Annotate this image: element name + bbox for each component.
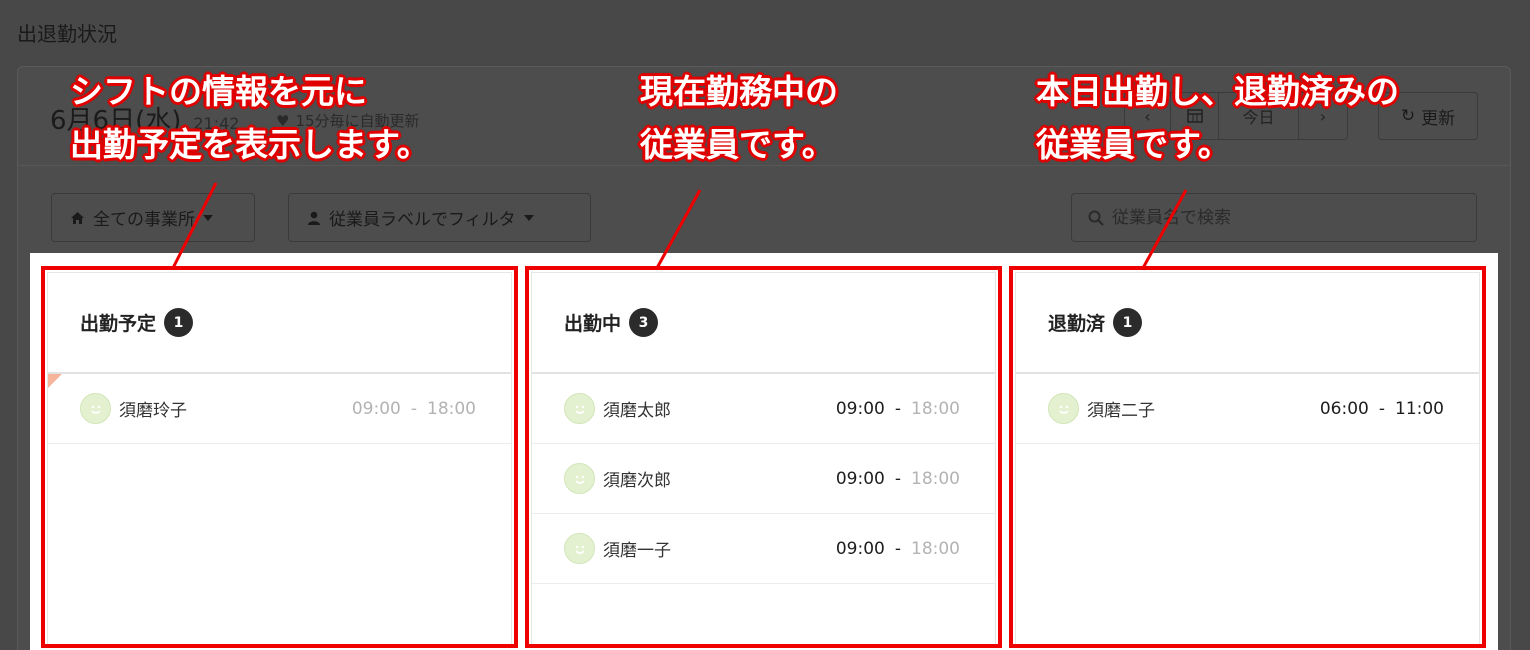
office-filter-dropdown[interactable]: 全ての事業所 [51, 193, 255, 242]
shift-time: 09:00 - 18:00 [836, 469, 960, 489]
scheduled-card: 出勤予定 1 須磨玲子 09:00 - 18:00 [47, 272, 512, 644]
avatar [80, 393, 111, 424]
smiley-icon [90, 405, 101, 414]
left-work-column: 退勤済 1 須磨二子 06:00 - 11:00 [1009, 266, 1486, 648]
shift-start: 09:00 [835, 468, 885, 489]
annotation-line: 本日出勤し、退勤済みの [1036, 72, 1399, 111]
count-badge: 1 [164, 308, 194, 337]
employee-name: 須磨一子 [603, 541, 671, 561]
smiley-icon [574, 545, 585, 554]
shift-separator: - [1378, 398, 1385, 419]
column-title: 出勤予定 [80, 313, 157, 335]
count-badge: 3 [629, 308, 659, 337]
chevron-down-icon [523, 214, 534, 221]
count-badge: 1 [1113, 308, 1143, 337]
left-work-header: 退勤済 1 [1016, 273, 1479, 374]
shift-start: 06:00 [1319, 398, 1369, 419]
working-card: 出勤中 3 須磨太郎 09:00 - 18:00 須磨次郎 09:00 - 18… [531, 272, 996, 644]
shift-separator: - [894, 398, 901, 419]
shift-time: 09:00 - 18:00 [836, 539, 960, 559]
shift-separator: - [410, 398, 417, 419]
avatar [1048, 393, 1079, 424]
shift-time: 09:00 - 18:00 [836, 399, 960, 419]
refresh-label: 更新 [1421, 108, 1456, 129]
column-title: 出勤中 [564, 313, 622, 335]
annotation-line: 従業員です。 [640, 124, 835, 164]
employee-name: 須磨二子 [1087, 401, 1155, 421]
shift-time: 06:00 - 11:00 [1320, 399, 1444, 419]
home-icon [71, 211, 84, 224]
annotation-line: 出勤予定を表示します。 [70, 124, 430, 164]
refresh-icon: ↻ [1400, 106, 1416, 126]
page-title: 出退勤状況 [17, 22, 117, 46]
list-item[interactable]: 須磨玲子 09:00 - 18:00 [48, 374, 511, 444]
shift-time: 09:00 - 18:00 [352, 399, 476, 419]
list-item[interactable]: 須磨次郎 09:00 - 18:00 [532, 444, 995, 514]
left-work-card: 退勤済 1 須磨二子 06:00 - 11:00 [1015, 272, 1480, 644]
annotation-line: シフトの情報を元に [70, 72, 367, 111]
shift-end: 11:00 [1395, 398, 1444, 419]
employee-label-filter-label: 従業員ラベルでフィルタ [329, 210, 516, 230]
employee-label-filter-dropdown[interactable]: 従業員ラベルでフィルタ [288, 193, 591, 242]
shift-start: 09:00 [835, 538, 885, 559]
annotation-line: 従業員です。 [1036, 124, 1231, 164]
employee-name: 須磨玲子 [119, 401, 187, 421]
avatar [564, 533, 595, 564]
chevron-down-icon [203, 214, 213, 221]
shift-end: 18:00 [911, 398, 960, 419]
smiley-icon [1058, 405, 1069, 414]
employee-name: 須磨太郎 [603, 401, 671, 421]
list-item[interactable]: 須磨太郎 09:00 - 18:00 [532, 374, 995, 444]
search-icon [1088, 210, 1104, 226]
shift-start: 09:00 [351, 398, 401, 419]
avatar [564, 463, 595, 494]
annotation-line: 現在勤務中の [640, 72, 838, 111]
smiley-icon [574, 405, 585, 414]
shift-separator: - [894, 468, 901, 489]
shift-separator: - [894, 538, 901, 559]
shift-end: 18:00 [911, 538, 960, 559]
column-title: 退勤済 [1048, 313, 1106, 335]
working-header: 出勤中 3 [532, 273, 995, 374]
shift-end: 18:00 [427, 398, 476, 419]
office-filter-label: 全ての事業所 [93, 210, 195, 230]
annotation-scheduled: シフトの情報を元に 出勤予定を表示します。 [70, 66, 430, 172]
flag-marker [48, 374, 62, 388]
list-item[interactable]: 須磨一子 09:00 - 18:00 [532, 514, 995, 584]
list-item[interactable]: 須磨二子 06:00 - 11:00 [1016, 374, 1479, 444]
smiley-icon [574, 475, 585, 484]
employee-search-input[interactable] [1112, 207, 1452, 228]
user-icon [308, 211, 320, 225]
scheduled-header: 出勤予定 1 [48, 273, 511, 374]
scheduled-column: 出勤予定 1 須磨玲子 09:00 - 18:00 [41, 266, 518, 648]
working-column: 出勤中 3 須磨太郎 09:00 - 18:00 須磨次郎 09:00 - 18… [525, 266, 1002, 648]
shift-end: 18:00 [911, 468, 960, 489]
avatar [564, 393, 595, 424]
shift-start: 09:00 [835, 398, 885, 419]
annotation-left-work: 本日出勤し、退勤済みの 従業員です。 [1036, 66, 1399, 172]
employee-name: 須磨次郎 [603, 471, 671, 491]
employee-search-box [1071, 193, 1477, 242]
annotation-working: 現在勤務中の 従業員です。 [640, 66, 838, 172]
